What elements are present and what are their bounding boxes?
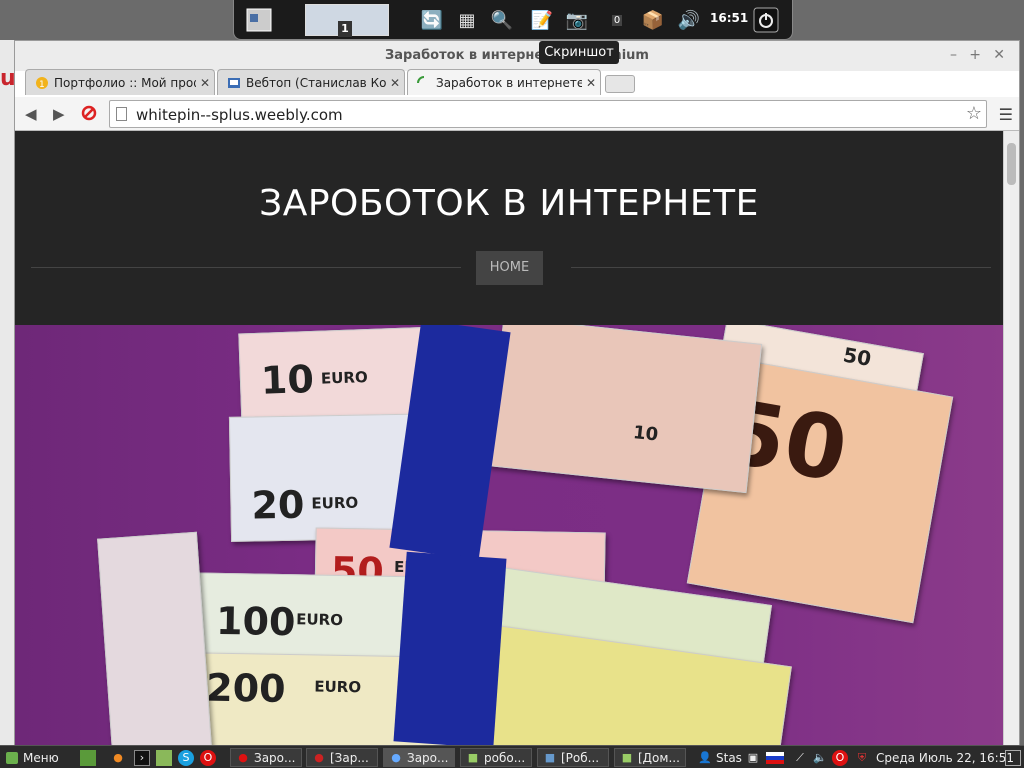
loading-icon — [416, 75, 432, 91]
file-manager-icon[interactable] — [156, 748, 175, 767]
shield-icon[interactable]: ⛨ — [854, 748, 873, 767]
mint-logo-icon — [4, 750, 20, 766]
taskbar-window-folder[interactable]: ■ робо... — [460, 748, 532, 767]
window-titlebar[interactable]: Заработок в интернете - Chromium – + ✕ — [15, 41, 1019, 71]
workspace-count: 1 — [338, 21, 352, 37]
opera-tray-icon[interactable]: O — [832, 748, 851, 767]
skype-icon[interactable]: S — [178, 748, 197, 767]
tab-strip: 1 Портфолио :: Мой проф ✕ Вебтоп (Станис… — [15, 69, 1019, 97]
notification-icon[interactable] — [1005, 748, 1024, 767]
network-icon[interactable]: ⟋ — [792, 748, 811, 767]
show-desktop-icon[interactable] — [244, 5, 274, 35]
tab-active-zarabotok[interactable]: Заработок в интернете ✕ — [407, 69, 601, 95]
russian-flag-icon[interactable] — [766, 748, 784, 767]
battery-label: 0 — [611, 14, 623, 26]
stop-icon[interactable] — [81, 105, 97, 125]
taskbar-clock[interactable]: Среда Июль 22, 16:51 — [876, 748, 1014, 767]
taskbar-window-opera[interactable]: ● Заро... — [230, 748, 302, 767]
window-title: Заработок в интернете - Chromium — [385, 48, 649, 63]
taskbar-window-doc[interactable]: ■ [Роб... — [537, 748, 609, 767]
files-icon[interactable]: 🔄 — [417, 5, 447, 35]
firefox-icon[interactable]: ● — [110, 748, 129, 767]
bill-10-back: 10 — [487, 325, 763, 494]
dropbox-icon[interactable]: 📦 — [638, 5, 668, 35]
screenshot-tooltip: Скриншот — [539, 41, 619, 64]
desktop-edge: u — [0, 40, 16, 745]
minimize-icon[interactable]: – — [950, 47, 957, 63]
calculator-icon[interactable]: ▦ — [452, 5, 482, 35]
close-tab-icon[interactable]: ✕ — [582, 76, 600, 90]
sound-icon[interactable]: 🔈 — [812, 748, 831, 767]
page-icon — [116, 107, 127, 121]
webtop-icon — [226, 75, 242, 91]
paper-band-bottom — [393, 551, 507, 746]
nav-divider-left — [31, 267, 461, 268]
screenshot-icon[interactable]: 📷 — [562, 5, 592, 35]
user-indicator[interactable]: 👤 Stas — [697, 748, 742, 767]
volume-icon[interactable]: 🔊 — [674, 5, 704, 35]
close-tab-icon[interactable]: ✕ — [386, 76, 404, 90]
tab-webtop[interactable]: Вебтоп (Станислав Коб ✕ — [217, 69, 405, 95]
portfolio-icon: 1 — [34, 75, 50, 91]
menu-button[interactable]: Меню — [4, 748, 59, 767]
page-scrollbar[interactable] — [1003, 131, 1019, 746]
workspace-switcher[interactable]: 1 — [305, 4, 389, 37]
nav-divider-right — [571, 267, 991, 268]
back-arrow-icon[interactable]: ◀ — [25, 105, 37, 123]
taskbar-window-home[interactable]: ■ [Дом... — [614, 748, 686, 767]
bookmark-star-icon[interactable]: ☆ — [966, 103, 982, 124]
show-desktop-launcher-icon[interactable] — [80, 748, 99, 767]
maximize-icon[interactable]: + — [969, 47, 981, 63]
money-banner-image: 50 50 10 10 EURO 20 EURO 50 EURO 100 — [15, 325, 1003, 746]
text-editor-icon[interactable]: 📝 — [527, 5, 557, 35]
svg-text:1: 1 — [39, 80, 45, 90]
keyboard-icon[interactable]: ▣ — [745, 748, 764, 767]
browser-window: Заработок в интернете - Chromium – + ✕ 1… — [14, 40, 1020, 746]
terminal-icon[interactable]: › — [134, 748, 153, 767]
battery-icon[interactable]: 0 — [602, 5, 632, 35]
ubuntu-logo-fragment: u — [0, 66, 16, 91]
opera-icon[interactable]: O — [200, 748, 219, 767]
close-tab-icon[interactable]: ✕ — [196, 76, 214, 90]
chrome-menu-icon[interactable]: ☰ — [999, 105, 1013, 124]
url-text: whitepin--splus.weebly.com — [136, 106, 343, 124]
taskbar-window-chromium[interactable]: ● Заро... — [383, 748, 455, 767]
site-title: ЗАРОБОТОК В ИНТЕРНЕТЕ — [259, 183, 759, 224]
scrollbar-thumb[interactable] — [1007, 143, 1016, 185]
new-tab-button[interactable] — [605, 75, 635, 93]
dock-clock: 16:51 — [710, 11, 749, 25]
bill-left-edge — [97, 531, 213, 746]
web-page: ЗАРОБОТОК В ИНТЕРНЕТЕ HOME 50 50 10 10 E… — [15, 131, 1003, 746]
tab-portfolio[interactable]: 1 Портфолио :: Мой проф ✕ — [25, 69, 215, 95]
close-window-icon[interactable]: ✕ — [993, 47, 1005, 63]
browser-toolbar: ◀ ▶ whitepin--splus.weebly.com ☆ ☰ — [15, 97, 1019, 131]
forward-arrow-icon[interactable]: ▶ — [53, 105, 65, 123]
magnifier-icon[interactable]: 🔍 — [487, 5, 517, 35]
bottom-taskbar: Меню ● › S O ● Заро... ● [Зар... ● Заро... … — [0, 745, 1024, 768]
site-header: ЗАРОБОТОК В ИНТЕРНЕТЕ HOME — [15, 131, 1003, 325]
top-dock: 1 🔄 ▦ 🔍 📝 📷 0 📦 🔊 16:51 — [233, 0, 793, 40]
power-icon[interactable] — [751, 5, 781, 35]
address-bar[interactable]: whitepin--splus.weebly.com ☆ — [109, 100, 987, 128]
taskbar-window-cherry[interactable]: ● [Зар... — [306, 748, 378, 767]
nav-home-link[interactable]: HOME — [476, 251, 543, 285]
user-icon: 👤 — [698, 751, 712, 764]
